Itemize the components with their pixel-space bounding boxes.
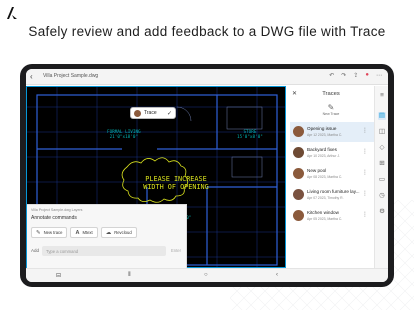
redo-icon[interactable]: ↷ bbox=[341, 72, 346, 79]
command-heading: Annotate commands bbox=[31, 215, 77, 221]
right-tool-rail: ≡ ▤ ◫ ◇ ⊞ ▭ ◷ ⚙ bbox=[374, 86, 388, 268]
more-options-icon[interactable]: ⋮ bbox=[362, 127, 368, 134]
room-label-formal-living: FORMAL LIVING 21'0"x18'0" bbox=[107, 130, 141, 140]
enter-button[interactable]: Enter bbox=[169, 248, 183, 253]
cloud-icon: ☁ bbox=[105, 229, 112, 236]
command-breadcrumb: Villa Project Sample.dwg Layers bbox=[31, 208, 83, 212]
comments-icon[interactable]: ▭ bbox=[378, 176, 386, 184]
xref-icon[interactable]: ⊞ bbox=[378, 160, 386, 168]
toolbar-tools: ↶ ↷ ⇪ ● ⋯ bbox=[329, 72, 382, 79]
more-options-icon[interactable]: ⋮ bbox=[362, 148, 368, 155]
cloud-annotation-text: PLEASE INCREASE WIDTH OF OPENING bbox=[143, 175, 209, 191]
more-icon[interactable]: ⋯ bbox=[376, 72, 382, 79]
trace-avatar bbox=[134, 109, 141, 117]
system-nav-bar: ⊟ ⦀ ○ ‹ bbox=[26, 268, 388, 282]
home-icon[interactable]: ○ bbox=[204, 272, 208, 278]
top-toolbar: ‹ Villa Project Sample.dwg ↶ ↷ ⇪ ● ⋯ bbox=[26, 69, 388, 85]
share-icon[interactable]: ⇪ bbox=[353, 72, 358, 79]
app-screen: ‹ Villa Project Sample.dwg ↶ ↷ ⇪ ● ⋯ Tra… bbox=[26, 69, 388, 282]
record-icon[interactable]: ● bbox=[365, 72, 369, 79]
properties-icon[interactable]: ≡ bbox=[378, 92, 386, 100]
avatar bbox=[293, 189, 304, 200]
file-title: Villa Project Sample.dwg bbox=[43, 73, 99, 79]
pen-icon: ✎ bbox=[327, 103, 335, 112]
more-options-icon[interactable]: ⋮ bbox=[362, 211, 368, 218]
add-command-button[interactable]: Add bbox=[31, 248, 39, 253]
avatar bbox=[293, 210, 304, 221]
command-chips: ✎ New trace A Mtext ☁ Revcloud bbox=[31, 227, 137, 238]
back-arrow-icon[interactable]: ‹ bbox=[30, 72, 33, 81]
new-trace-action[interactable]: ✎ New Trace bbox=[318, 103, 344, 116]
settings-icon[interactable]: ⚙ bbox=[378, 208, 386, 216]
trace-item-backyard-fixes[interactable]: Backyard fixes Apr 10 2023, Arthur J. ⋮ bbox=[290, 143, 374, 163]
apps-icon[interactable]: ⊟ bbox=[56, 272, 61, 279]
history-icon[interactable]: ◷ bbox=[378, 192, 386, 200]
trace-chip-label: Trace bbox=[144, 110, 157, 116]
trace-item-kitchen-window[interactable]: Kitchen window Apr 05 2023, Martha C. ⋮ bbox=[290, 206, 374, 226]
trace-item-opening-issue[interactable]: Opening issue Apr 12 2023, Martha C. ⋮ bbox=[290, 122, 374, 142]
command-input-row: Add Type a command Enter bbox=[31, 245, 183, 256]
undo-icon[interactable]: ↶ bbox=[329, 72, 334, 79]
command-panel: Villa Project Sample.dwg Layers Annotate… bbox=[27, 204, 187, 268]
back-nav-icon[interactable]: ‹ bbox=[276, 272, 278, 278]
trace-chip[interactable]: Trace ✓ bbox=[130, 107, 176, 119]
text-icon: A bbox=[75, 229, 80, 236]
traces-icon[interactable]: ▤ bbox=[378, 112, 386, 120]
new-trace-label: New Trace bbox=[322, 112, 340, 116]
command-input[interactable]: Type a command bbox=[42, 245, 166, 256]
traces-title: Traces bbox=[322, 91, 340, 97]
avatar bbox=[293, 147, 304, 158]
tablet-frame: ‹ Villa Project Sample.dwg ↶ ↷ ⇪ ● ⋯ Tra… bbox=[20, 64, 394, 287]
headline: Safely review and add feedback to a DWG … bbox=[28, 24, 386, 39]
more-options-icon[interactable]: ⋮ bbox=[362, 169, 368, 176]
revcloud-button[interactable]: ☁ Revcloud bbox=[100, 227, 137, 238]
traces-panel: ✕ Traces ✎ New Trace Opening issue Apr 1… bbox=[288, 86, 374, 268]
avatar bbox=[293, 126, 304, 137]
recents-icon[interactable]: ⦀ bbox=[128, 272, 131, 279]
checkmark-icon[interactable]: ✓ bbox=[167, 110, 172, 117]
autodesk-logo-icon bbox=[7, 7, 17, 19]
blocks-icon[interactable]: ◇ bbox=[378, 144, 386, 152]
traces-header: ✕ Traces bbox=[288, 90, 374, 100]
pen-icon: ✎ bbox=[36, 229, 41, 236]
layers-icon[interactable]: ◫ bbox=[378, 128, 386, 136]
avatar bbox=[293, 168, 304, 179]
new-trace-button[interactable]: ✎ New trace bbox=[31, 227, 68, 238]
mtext-button[interactable]: A Mtext bbox=[70, 227, 98, 238]
trace-item-new-pool[interactable]: New pool Apr 08 2023, Martha C. ⋮ bbox=[290, 164, 374, 184]
trace-item-living-room[interactable]: Living room furniture lay... Apr 07 2023… bbox=[290, 185, 374, 205]
more-options-icon[interactable]: ⋮ bbox=[362, 190, 368, 197]
room-label-store: STORE 15'0"x8'0" bbox=[237, 130, 263, 140]
